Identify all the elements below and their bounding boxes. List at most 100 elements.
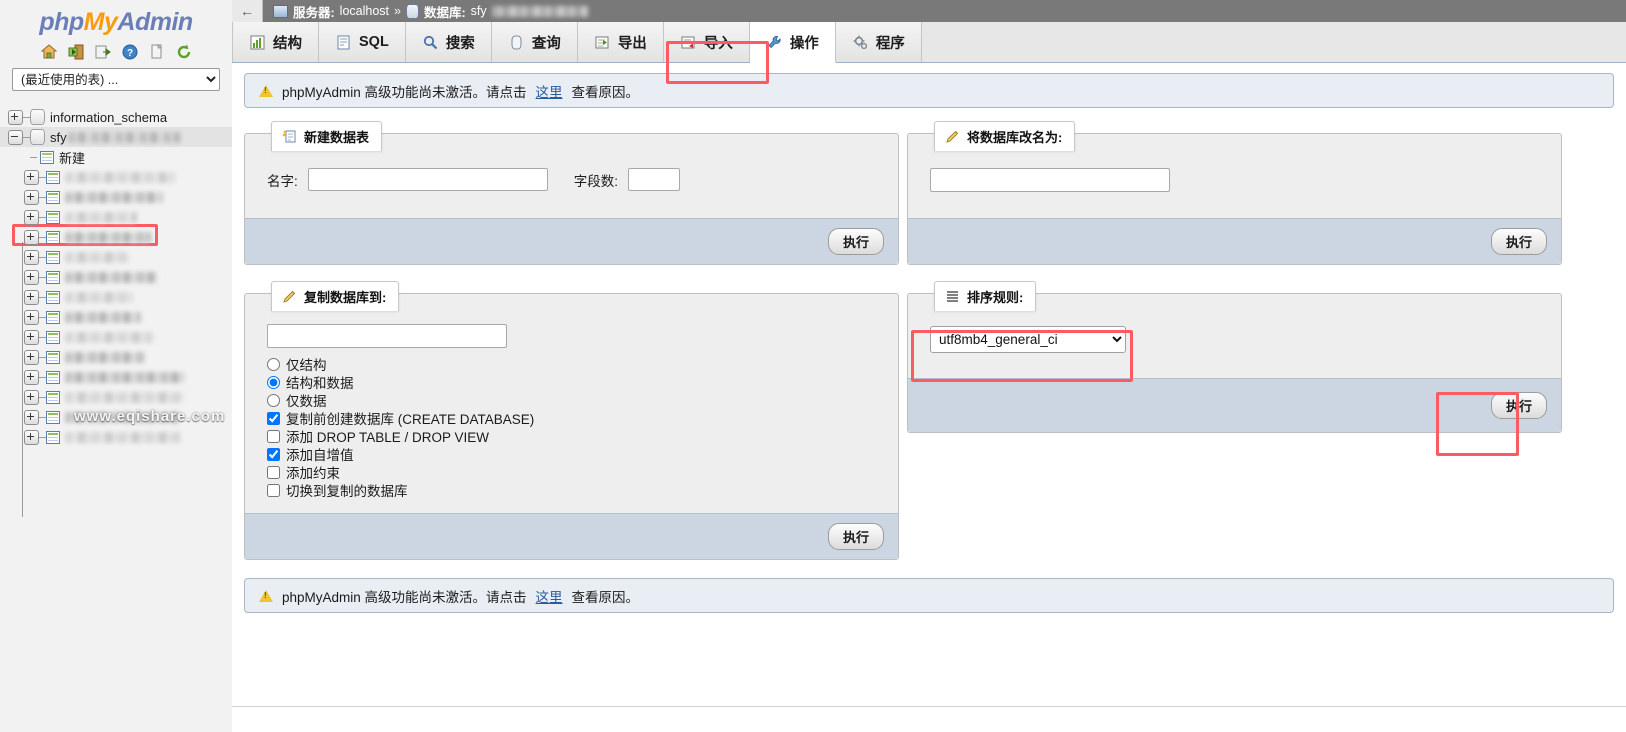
redacted-text <box>65 212 137 223</box>
table-name-input[interactable] <box>308 168 548 191</box>
tree-item-sfy-database[interactable]: sfy <box>0 127 232 147</box>
copy-option-structure-only[interactable]: 仅结构 <box>267 355 882 373</box>
search-icon <box>422 34 439 51</box>
warning-icon <box>259 85 273 97</box>
import-icon <box>680 34 697 51</box>
breadcrumb-server-value[interactable]: localhost <box>340 4 389 18</box>
expand-icon[interactable] <box>24 250 39 265</box>
checkbox-add-autoincrement[interactable] <box>267 448 280 461</box>
table-icon <box>46 231 60 244</box>
option-label: 复制前创建数据库 (CREATE DATABASE) <box>286 408 534 428</box>
expand-icon[interactable] <box>8 110 23 125</box>
tab-export[interactable]: 导出 <box>578 22 664 62</box>
reload-icon[interactable] <box>175 43 193 61</box>
expand-icon[interactable] <box>24 170 39 185</box>
expand-icon[interactable] <box>24 270 39 285</box>
copy-option-add-autoincrement[interactable]: 添加自增值 <box>267 445 882 463</box>
docs-icon[interactable] <box>148 43 166 61</box>
create-table-fields: 名字: 字段数: <box>267 168 882 191</box>
expand-icon[interactable] <box>24 370 39 385</box>
advanced-features-notice-bottom: phpMyAdmin 高级功能尚未激活。请点击这里查看原因。 <box>244 578 1614 613</box>
tree-item-table[interactable] <box>0 427 232 447</box>
copy-database-submit-button[interactable]: 执行 <box>828 523 884 550</box>
tab-sql[interactable]: SQL <box>319 22 406 62</box>
checkbox-create-database[interactable] <box>267 412 280 425</box>
table-icon <box>46 291 60 304</box>
collation-footer: 执行 <box>908 378 1561 432</box>
radio-structure-and-data[interactable] <box>267 376 280 389</box>
logout-icon[interactable] <box>67 43 85 61</box>
tree-item-table[interactable] <box>0 407 232 427</box>
expand-icon[interactable] <box>24 210 39 225</box>
checkbox-add-constraints[interactable] <box>267 466 280 479</box>
tree-item-information-schema[interactable]: information_schema <box>0 107 232 127</box>
help-icon[interactable]: ? <box>121 43 139 61</box>
home-icon[interactable] <box>40 43 58 61</box>
new-table-icon <box>40 151 54 164</box>
tree-connector <box>39 197 46 198</box>
expand-icon[interactable] <box>24 330 39 345</box>
expand-icon[interactable] <box>24 390 39 405</box>
tree-item-table[interactable] <box>0 387 232 407</box>
copy-option-create-database[interactable]: 复制前创建数据库 (CREATE DATABASE) <box>267 409 882 427</box>
expand-icon[interactable] <box>24 350 39 365</box>
radio-structure-only[interactable] <box>267 358 280 371</box>
notice-link[interactable]: 这里 <box>536 586 563 606</box>
collation-submit-button[interactable]: 执行 <box>1491 392 1547 419</box>
breadcrumb-db-label: 数据库: <box>424 2 466 21</box>
expand-icon[interactable] <box>24 410 39 425</box>
copy-database-name-input[interactable] <box>267 324 507 348</box>
tab-operations[interactable]: 操作 <box>750 22 836 63</box>
export-icon[interactable] <box>94 43 112 61</box>
create-table-submit-button[interactable]: 执行 <box>828 228 884 255</box>
server-icon <box>273 5 288 18</box>
back-button[interactable]: ← <box>232 0 263 22</box>
copy-option-data-only[interactable]: 仅数据 <box>267 391 882 409</box>
collation-select[interactable]: utf8mb4_general_ci <box>930 326 1126 353</box>
notice-text-before: phpMyAdmin 高级功能尚未激活。请点击 <box>282 586 527 606</box>
tree-item-table[interactable] <box>0 367 232 387</box>
copy-option-add-drop-table[interactable]: 添加 DROP TABLE / DROP VIEW <box>267 427 882 445</box>
radio-data-only[interactable] <box>267 394 280 407</box>
checkbox-add-drop-table[interactable] <box>267 430 280 443</box>
checkbox-switch-to-copy[interactable] <box>267 484 280 497</box>
notice-link[interactable]: 这里 <box>536 81 563 101</box>
tab-routines[interactable]: 程序 <box>836 22 922 62</box>
expand-icon[interactable] <box>24 230 39 245</box>
expand-icon[interactable] <box>24 190 39 205</box>
tree-item-table[interactable] <box>0 307 232 327</box>
tree-connector <box>39 357 46 358</box>
tree-item-new-table[interactable]: 新建 <box>0 147 232 167</box>
tree-item-table[interactable] <box>0 227 232 247</box>
tree-item-table[interactable] <box>0 327 232 347</box>
tree-item-table[interactable] <box>0 247 232 267</box>
copy-option-switch-to-copy[interactable]: 切换到复制的数据库 <box>267 481 882 499</box>
breadcrumb-db-value[interactable]: sfy <box>471 4 487 18</box>
tab-search[interactable]: 搜索 <box>406 22 492 62</box>
database-icon <box>30 129 45 145</box>
expand-icon[interactable] <box>24 310 39 325</box>
tab-structure[interactable]: 结构 <box>232 22 319 62</box>
tree-item-table[interactable] <box>0 267 232 287</box>
tree-item-table[interactable] <box>0 287 232 307</box>
tree-item-table[interactable] <box>0 207 232 227</box>
copy-database-panel: 复制数据库到: 仅结构 结构和数据 <box>244 293 899 560</box>
tab-query[interactable]: 查询 <box>492 22 578 62</box>
tree-item-table[interactable] <box>0 167 232 187</box>
recent-tables-select[interactable]: (最近使用的表) ... <box>12 68 220 91</box>
copy-option-add-constraints[interactable]: 添加约束 <box>267 463 882 481</box>
rename-database-input[interactable] <box>930 168 1170 192</box>
tab-import[interactable]: 导入 <box>664 22 750 62</box>
advanced-features-notice-top: phpMyAdmin 高级功能尚未激活。请点击这里查看原因。 <box>244 73 1614 108</box>
tree-item-table[interactable] <box>0 187 232 207</box>
tree-item-table[interactable] <box>0 347 232 367</box>
expand-icon[interactable] <box>24 430 39 445</box>
collapse-icon[interactable] <box>8 130 23 145</box>
option-label: 结构和数据 <box>286 372 354 392</box>
copy-option-structure-and-data[interactable]: 结构和数据 <box>267 373 882 391</box>
tree-connector <box>39 257 46 258</box>
tree-connector <box>23 137 30 138</box>
rename-database-submit-button[interactable]: 执行 <box>1491 228 1547 255</box>
expand-icon[interactable] <box>24 290 39 305</box>
columns-count-input[interactable] <box>628 168 680 191</box>
